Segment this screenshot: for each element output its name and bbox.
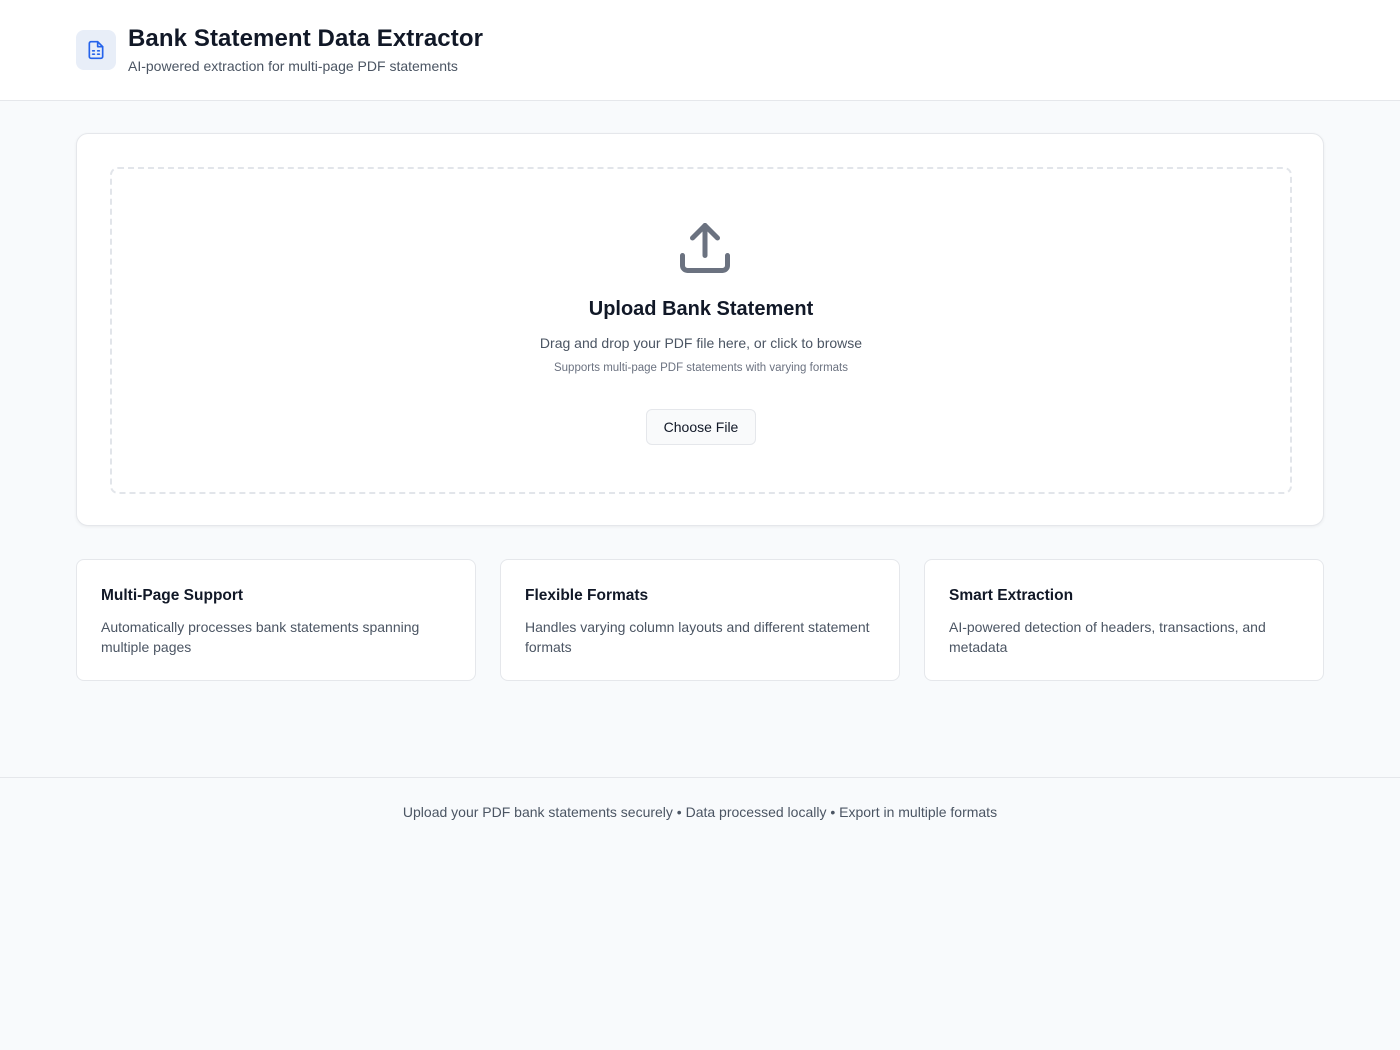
feature-card-multi-page: Multi-Page Support Automatically process… bbox=[76, 559, 476, 681]
feature-description: Handles varying column layouts and diffe… bbox=[525, 619, 870, 655]
footer-text: Upload your PDF bank statements securely… bbox=[402, 804, 998, 820]
app-subtitle: AI-powered extraction for multi-page PDF… bbox=[128, 58, 458, 74]
upload-title: Upload Bank Statement bbox=[588, 298, 814, 320]
upload-card: Upload Bank Statement Drag and drop your… bbox=[76, 133, 1324, 526]
upload-description: Drag and drop your PDF file here, or cli… bbox=[539, 335, 863, 351]
feature-title: Smart Extraction bbox=[949, 587, 1074, 604]
upload-icon bbox=[680, 223, 730, 273]
file-spreadsheet-icon bbox=[76, 30, 116, 70]
feature-description: Automatically processes bank statements … bbox=[101, 619, 420, 655]
feature-title: Flexible Formats bbox=[525, 587, 649, 604]
app-header: Bank Statement Data Extractor AI-powered… bbox=[0, 0, 1400, 101]
choose-file-button[interactable]: Choose File bbox=[646, 409, 756, 445]
upload-dropzone[interactable]: Upload Bank Statement Drag and drop your… bbox=[110, 167, 1292, 494]
feature-title: Multi-Page Support bbox=[101, 587, 244, 604]
feature-card-flexible-formats: Flexible Formats Handles varying column … bbox=[500, 559, 900, 681]
feature-card-smart-extraction: Smart Extraction AI-powered detection of… bbox=[924, 559, 1324, 681]
app-title: Bank Statement Data Extractor bbox=[128, 25, 484, 52]
feature-description: AI-powered detection of headers, transac… bbox=[949, 619, 1266, 655]
upload-note: Supports multi-page PDF statements with … bbox=[553, 362, 848, 374]
page-footer: Upload your PDF bank statements securely… bbox=[0, 777, 1400, 1050]
